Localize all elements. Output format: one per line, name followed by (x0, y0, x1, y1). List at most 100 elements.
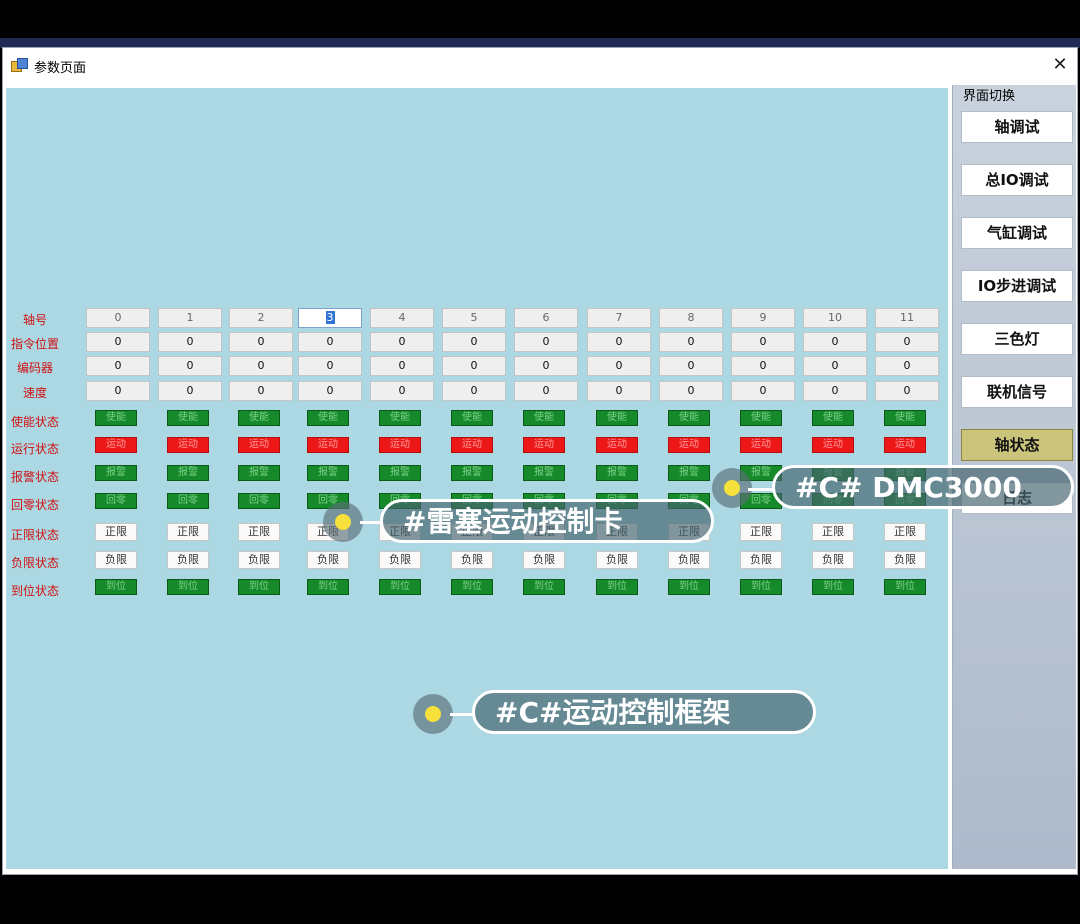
run-indicator-9: 运动 (740, 437, 782, 453)
alarm-indicator-4: 报警 (379, 465, 421, 481)
neg-indicator-3: 负限 (307, 551, 349, 569)
pos-indicator-11: 正限 (884, 523, 926, 541)
cmd-cell-9[interactable]: 0 (731, 332, 795, 352)
pos-indicator-10: 正限 (812, 523, 854, 541)
spd-cell-1[interactable]: 0 (158, 381, 222, 401)
tag-dot-leadshine (323, 502, 363, 542)
spd-cell-7[interactable]: 0 (587, 381, 651, 401)
close-icon[interactable]: ✕ (1045, 50, 1075, 80)
axis-number-cell-2[interactable]: 2 (229, 308, 293, 328)
row-label-enc: 编码器 (16, 361, 53, 375)
pos-indicator-0: 正限 (95, 523, 137, 541)
enc-cell-0[interactable]: 0 (86, 356, 150, 376)
axis-number-cell-3[interactable]: 3 (298, 308, 362, 328)
axis-number-cell-9[interactable]: 9 (731, 308, 795, 328)
enc-cell-8[interactable]: 0 (659, 356, 723, 376)
run-indicator-5: 运动 (451, 437, 493, 453)
enc-cell-2[interactable]: 0 (229, 356, 293, 376)
done-indicator-10: 到位 (812, 579, 854, 595)
run-indicator-10: 运动 (812, 437, 854, 453)
window-title: 参数页面 (34, 61, 87, 76)
spd-cell-8[interactable]: 0 (659, 381, 723, 401)
tag-motion-framework: #C#运动控制框架 (472, 690, 816, 734)
spd-cell-3[interactable]: 0 (298, 381, 362, 401)
run-indicator-0: 运动 (95, 437, 137, 453)
sidebar-button-4[interactable]: 三色灯 (961, 323, 1073, 355)
alarm-indicator-8: 报警 (668, 465, 710, 481)
enc-cell-9[interactable]: 0 (731, 356, 795, 376)
cmd-cell-6[interactable]: 0 (514, 332, 578, 352)
neg-indicator-6: 负限 (523, 551, 565, 569)
sidebar-button-1[interactable]: 总IO调试 (961, 164, 1073, 196)
sidebar-button-5[interactable]: 联机信号 (961, 376, 1073, 408)
sidebar-button-2[interactable]: 气缸调试 (961, 217, 1073, 249)
run-indicator-6: 运动 (523, 437, 565, 453)
enable-indicator-3: 使能 (307, 410, 349, 426)
row-label-home: 回零状态 (10, 498, 59, 512)
alarm-indicator-7: 报警 (596, 465, 638, 481)
neg-indicator-7: 负限 (596, 551, 638, 569)
enc-cell-5[interactable]: 0 (442, 356, 506, 376)
neg-indicator-10: 负限 (812, 551, 854, 569)
axis-number-cell-0[interactable]: 0 (86, 308, 150, 328)
tag-leadshine-card: #雷塞运动控制卡 (380, 499, 714, 543)
tag-link-leadshine (360, 521, 382, 524)
enc-cell-4[interactable]: 0 (370, 356, 434, 376)
cmd-cell-8[interactable]: 0 (659, 332, 723, 352)
enc-cell-1[interactable]: 0 (158, 356, 222, 376)
alarm-indicator-2: 报警 (238, 465, 280, 481)
spd-cell-2[interactable]: 0 (229, 381, 293, 401)
axis-number-cell-7[interactable]: 7 (587, 308, 651, 328)
axis-number-cell-6[interactable]: 6 (514, 308, 578, 328)
alarm-indicator-1: 报警 (167, 465, 209, 481)
enc-cell-7[interactable]: 0 (587, 356, 651, 376)
alarm-indicator-5: 报警 (451, 465, 493, 481)
sidebar-button-6[interactable]: 轴状态 (961, 429, 1073, 461)
enable-indicator-2: 使能 (238, 410, 280, 426)
home-indicator-2: 回零 (238, 493, 280, 509)
row-label-cmd: 指令位置 (10, 337, 59, 351)
sidebar-title: 界面切换 (961, 85, 1018, 104)
spd-cell-11[interactable]: 0 (875, 381, 939, 401)
run-indicator-7: 运动 (596, 437, 638, 453)
enc-cell-11[interactable]: 0 (875, 356, 939, 376)
sidebar-button-0[interactable]: 轴调试 (961, 111, 1073, 143)
done-indicator-3: 到位 (307, 579, 349, 595)
cmd-cell-0[interactable]: 0 (86, 332, 150, 352)
cmd-cell-4[interactable]: 0 (370, 332, 434, 352)
axis-number-cell-11[interactable]: 11 (875, 308, 939, 328)
axis-number-cell-4[interactable]: 4 (370, 308, 434, 328)
cmd-cell-11[interactable]: 0 (875, 332, 939, 352)
cmd-cell-2[interactable]: 0 (229, 332, 293, 352)
axis-number-cell-1[interactable]: 1 (158, 308, 222, 328)
cmd-cell-5[interactable]: 0 (442, 332, 506, 352)
cmd-cell-3[interactable]: 0 (298, 332, 362, 352)
neg-indicator-2: 负限 (238, 551, 280, 569)
spd-cell-4[interactable]: 0 (370, 381, 434, 401)
spd-cell-0[interactable]: 0 (86, 381, 150, 401)
done-indicator-0: 到位 (95, 579, 137, 595)
axis-number-cell-5[interactable]: 5 (442, 308, 506, 328)
enc-cell-10[interactable]: 0 (803, 356, 867, 376)
spd-cell-5[interactable]: 0 (442, 381, 506, 401)
enable-indicator-0: 使能 (95, 410, 137, 426)
cmd-cell-1[interactable]: 0 (158, 332, 222, 352)
title-bar: 参数页面 ✕ (3, 48, 1077, 84)
spd-cell-9[interactable]: 0 (731, 381, 795, 401)
enc-cell-3[interactable]: 0 (298, 356, 362, 376)
row-label-run: 运行状态 (10, 442, 59, 456)
run-indicator-8: 运动 (668, 437, 710, 453)
axis-number-cell-8[interactable]: 8 (659, 308, 723, 328)
cmd-cell-10[interactable]: 0 (803, 332, 867, 352)
spd-cell-10[interactable]: 0 (803, 381, 867, 401)
sidebar-button-3[interactable]: IO步进调试 (961, 270, 1073, 302)
tag-dmc3000: #C# DMC3000 (772, 465, 1074, 509)
run-indicator-11: 运动 (884, 437, 926, 453)
tag-link-dmc3000 (748, 488, 774, 491)
cmd-cell-7[interactable]: 0 (587, 332, 651, 352)
axis-number-cell-10[interactable]: 10 (803, 308, 867, 328)
selected-axis-text: 3 (325, 311, 335, 324)
enc-cell-6[interactable]: 0 (514, 356, 578, 376)
spd-cell-6[interactable]: 0 (514, 381, 578, 401)
row-label-pos: 正限状态 (10, 528, 59, 542)
